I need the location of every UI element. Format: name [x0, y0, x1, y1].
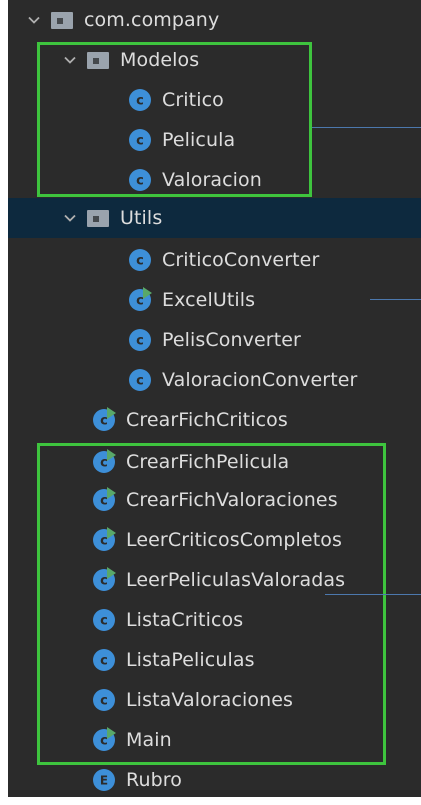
class-glyph: c [100, 494, 108, 509]
class-glyph: c [136, 134, 144, 149]
tree-row-class-main[interactable]: c Main [8, 720, 421, 760]
tree-row-folder-modelos[interactable]: Modelos [8, 40, 421, 80]
window-edge-left [0, 0, 8, 805]
tree-item-label: ListaValoraciones [126, 689, 294, 711]
tree-item-label: Valoracion [162, 169, 262, 191]
class-glyph: c [100, 734, 108, 749]
tree-item-label: CriticoConverter [162, 249, 320, 271]
runnable-class-icon: c [92, 527, 116, 552]
tree-row-class-listapeliculas[interactable]: c ListaPeliculas [8, 640, 421, 680]
class-icon: c [92, 688, 116, 712]
class-icon: c [92, 608, 116, 632]
tree-item-label: Utils [120, 207, 163, 229]
class-icon: c [128, 328, 152, 352]
tree-item-label: CrearFichValoraciones [126, 489, 338, 511]
class-glyph: c [100, 654, 108, 669]
tree-item-label: Pelicula [162, 129, 236, 151]
class-glyph: c [100, 456, 108, 471]
runnable-class-icon: c [92, 407, 116, 432]
tree-row-class-listavaloraciones[interactable]: c ListaValoraciones [8, 680, 421, 720]
runnable-class-icon: c [92, 727, 116, 752]
chevron-down-icon[interactable] [58, 48, 82, 72]
tree-item-label: ValoracionConverter [162, 369, 358, 391]
tree-row-class-excelutils[interactable]: c ExcelUtils [8, 280, 421, 320]
class-glyph: c [100, 414, 108, 429]
class-icon: c [128, 88, 152, 112]
class-icon: c [128, 128, 152, 152]
tree-row-class-listacriticos[interactable]: c ListaCriticos [8, 600, 421, 640]
runnable-class-icon: c [128, 287, 152, 312]
class-glyph: c [100, 614, 108, 629]
chevron-down-icon[interactable] [22, 8, 46, 32]
folder-package-icon [86, 206, 110, 230]
tree-item-label: Modelos [120, 49, 200, 71]
tree-item-label: ExcelUtils [162, 289, 256, 311]
tree-row-class-critico[interactable]: c Critico [8, 80, 421, 120]
tree-row-class-crearfichvaloraciones[interactable]: c CrearFichValoraciones [8, 480, 421, 520]
class-glyph: c [136, 174, 144, 189]
package-icon [50, 8, 74, 32]
enum-glyph: E [100, 774, 108, 788]
tree-row-class-criticoconverter[interactable]: c CriticoConverter [8, 240, 421, 280]
tree-row-class-crearfichcriticos[interactable]: c CrearFichCriticos [8, 400, 421, 440]
class-icon: c [128, 168, 152, 192]
tree-item-label: com.company [84, 9, 220, 31]
tree-row-class-leercriticoscompletos[interactable]: c LeerCriticosCompletos [8, 520, 421, 560]
class-icon: c [128, 248, 152, 272]
class-glyph: c [136, 254, 144, 269]
tree-item-label: CrearFichPelicula [126, 451, 290, 473]
tree-row-root-package[interactable]: com.company [8, 0, 421, 40]
chevron-down-icon[interactable] [58, 206, 82, 230]
class-glyph: c [100, 534, 108, 549]
tree-row-enum-rubro[interactable]: E Rubro [8, 760, 421, 800]
runnable-class-icon: c [92, 449, 116, 474]
class-glyph: c [136, 374, 144, 389]
class-glyph: c [136, 334, 144, 349]
runnable-class-icon: c [92, 487, 116, 512]
class-glyph: c [100, 574, 108, 589]
class-icon: c [128, 368, 152, 392]
tree-row-class-valoracionconverter[interactable]: c ValoracionConverter [8, 360, 421, 400]
class-glyph: c [136, 94, 144, 109]
tree-item-label: ListaPeliculas [126, 649, 255, 671]
tree-row-class-crearfichpelicula[interactable]: c CrearFichPelicula [8, 442, 421, 482]
class-icon: c [92, 648, 116, 672]
tree-item-label: LeerPeliculasValoradas [126, 569, 346, 591]
tree-row-folder-utils[interactable]: Utils [8, 198, 421, 238]
tree-item-label: CrearFichCriticos [126, 409, 288, 431]
tree-row-class-pelicula[interactable]: c Pelicula [8, 120, 421, 160]
tree-item-label: LeerCriticosCompletos [126, 529, 342, 551]
tree-item-label: Rubro [126, 769, 182, 791]
class-glyph: c [100, 694, 108, 709]
tree-item-label: ListaCriticos [126, 609, 244, 631]
tree-row-class-valoracion[interactable]: c Valoracion [8, 160, 421, 200]
tree-row-class-leerpeliculasvaloradas[interactable]: c LeerPeliculasValoradas [8, 560, 421, 600]
tree-row-class-pelisconverter[interactable]: c PelisConverter [8, 320, 421, 360]
runnable-class-icon: c [92, 567, 116, 592]
class-glyph: c [136, 294, 144, 309]
enum-icon: E [92, 768, 116, 792]
folder-package-icon [86, 48, 110, 72]
tree-item-label: PelisConverter [162, 329, 301, 351]
tree-item-label: Critico [162, 89, 224, 111]
tree-item-label: Main [126, 729, 172, 751]
